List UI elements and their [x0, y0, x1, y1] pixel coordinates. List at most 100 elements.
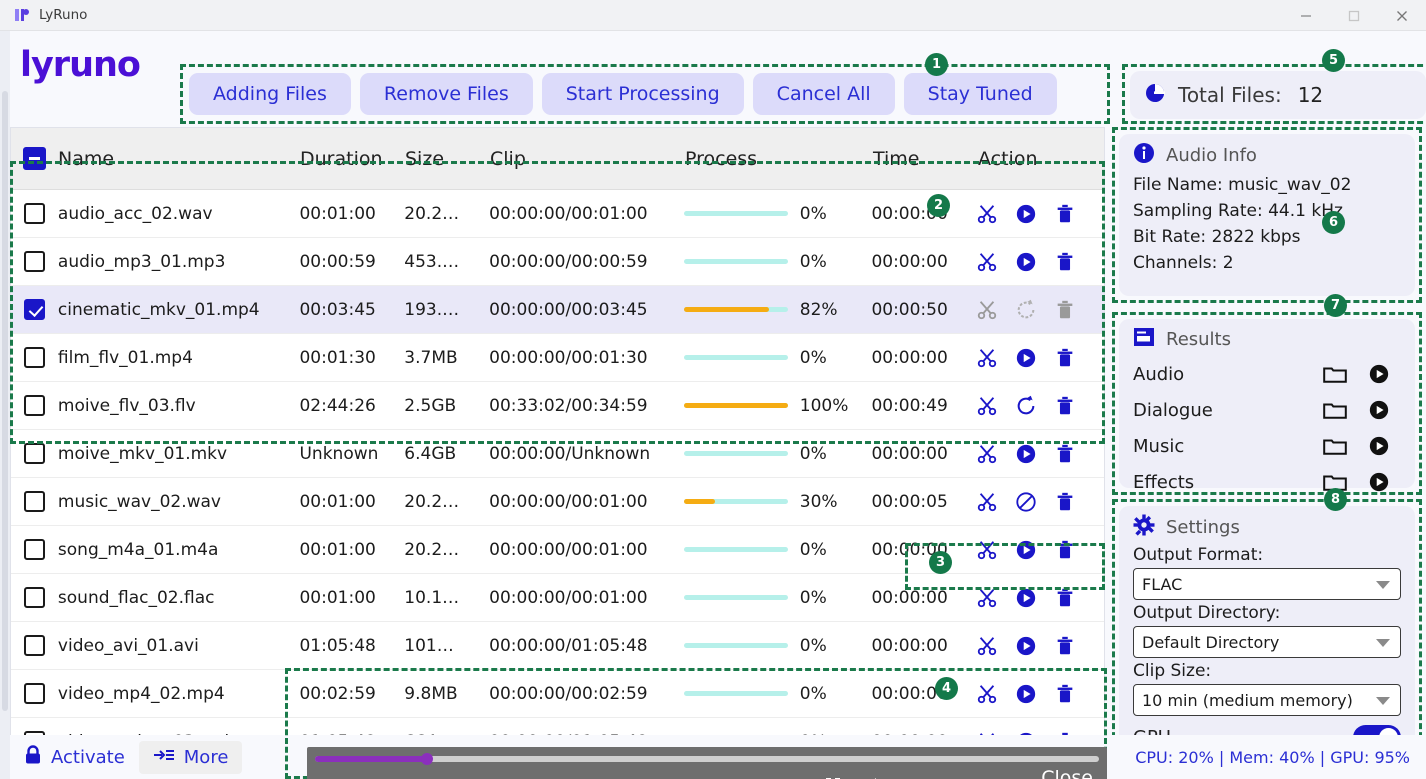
row-checkbox[interactable]	[11, 347, 58, 368]
scissors-icon[interactable]	[976, 203, 998, 225]
window-vertical-scrollbar[interactable]	[0, 31, 10, 779]
row-checkbox[interactable]	[11, 203, 58, 224]
player-close-button[interactable]: Close	[1041, 767, 1093, 779]
seek-knob[interactable]	[421, 753, 433, 765]
annotation-badge-1: 1	[925, 53, 948, 76]
clip-size-select[interactable]: 10 min (medium memory)	[1133, 684, 1401, 716]
player-seek-slider[interactable]	[315, 753, 1099, 765]
column-header-process[interactable]: Process	[685, 148, 873, 170]
play-icon[interactable]	[1015, 539, 1037, 561]
delete-icon[interactable]	[1054, 395, 1076, 417]
scissors-icon[interactable]	[976, 395, 998, 417]
start-processing-button[interactable]: Start Processing	[541, 73, 744, 115]
delete-icon[interactable]	[1054, 443, 1076, 465]
row-process: 0%	[683, 252, 872, 272]
delete-icon[interactable]	[1054, 635, 1076, 657]
row-time: 00:00:05	[871, 491, 948, 512]
scissors-icon[interactable]	[976, 539, 998, 561]
cancel-all-button[interactable]: Cancel All	[752, 73, 895, 115]
scrollbar-thumb[interactable]	[2, 91, 8, 711]
row-checkbox[interactable]	[11, 491, 58, 512]
delete-icon[interactable]	[1054, 203, 1076, 225]
window-title: LyRuno	[39, 7, 88, 23]
table-row[interactable]: video_avi_01.avi 01:05:48 101… 00:00:00/01:…	[11, 622, 1104, 670]
output-directory-label: Output Directory:	[1133, 603, 1281, 623]
table-row[interactable]: moive_flv_03.flv 02:44:26 2.5GB 00:33:02/00…	[11, 382, 1104, 430]
table-row[interactable]: music_wav_02.wav 00:01:00 20.2… 00:00:00/00…	[11, 478, 1104, 526]
play-icon[interactable]	[1357, 471, 1401, 493]
play-icon[interactable]	[1015, 347, 1037, 369]
result-label: Audio	[1133, 363, 1185, 385]
minimize-icon[interactable]	[1282, 0, 1330, 31]
row-checkbox[interactable]	[11, 251, 58, 272]
retry-icon[interactable]	[1015, 395, 1037, 417]
table-row[interactable]: audio_mp3_01.mp3 00:00:59 453.… 00:00:00/00…	[11, 238, 1104, 286]
table-row[interactable]: sound_flac_02.flac 00:01:00 10.1… 00:00:00/…	[11, 574, 1104, 622]
select-all-checkbox[interactable]	[11, 147, 58, 170]
delete-icon[interactable]	[1054, 491, 1076, 513]
row-actions	[976, 299, 1104, 321]
row-checkbox[interactable]	[11, 587, 58, 608]
row-size: 20.2…	[404, 491, 460, 512]
stay-tuned-button[interactable]: Stay Tuned	[903, 73, 1057, 115]
row-file-name: film_flv_01.mp4	[57, 347, 193, 368]
scissors-icon[interactable]	[976, 491, 998, 513]
delete-icon[interactable]	[1054, 587, 1076, 609]
window-titlebar: LyRuno	[0, 0, 1426, 31]
scissors-icon[interactable]	[976, 347, 998, 369]
scissors-icon[interactable]	[976, 443, 998, 465]
row-checkbox[interactable]	[11, 539, 58, 560]
row-checkbox[interactable]	[11, 683, 58, 704]
scissors-icon[interactable]	[976, 587, 998, 609]
folder-icon[interactable]	[1313, 364, 1357, 384]
table-row[interactable]: moive_mkv_01.mkv Unknown 6.4GB 00:00:00/Unk…	[11, 430, 1104, 478]
table-row[interactable]: film_flv_01.mp4 00:01:30 3.7MB 00:00:00/00:…	[11, 334, 1104, 382]
result-row: Music	[1133, 428, 1401, 464]
toolbar-button-group: Adding Files Remove Files Start Processi…	[180, 64, 1110, 124]
table-row[interactable]: cinematic_mkv_01.mp4 00:03:45 193.… 00:00:0…	[11, 286, 1104, 334]
row-checkbox[interactable]	[11, 395, 58, 416]
delete-icon[interactable]	[1054, 683, 1076, 705]
results-title: Results	[1166, 329, 1231, 350]
row-checkbox[interactable]	[11, 299, 58, 320]
clip-size-label: Clip Size:	[1133, 661, 1212, 681]
play-icon[interactable]	[1015, 587, 1037, 609]
scissors-icon[interactable]	[976, 251, 998, 273]
column-header-name[interactable]: Name	[58, 148, 300, 170]
delete-icon[interactable]	[1054, 539, 1076, 561]
folder-icon[interactable]	[1313, 436, 1357, 456]
output-directory-select[interactable]: Default Directory	[1133, 626, 1401, 658]
folder-icon[interactable]	[1313, 400, 1357, 420]
play-icon[interactable]	[1015, 635, 1037, 657]
play-icon[interactable]	[1015, 251, 1037, 273]
stop-icon[interactable]	[1015, 491, 1037, 513]
row-checkbox[interactable]	[11, 443, 58, 464]
column-header-time[interactable]: Time	[873, 148, 978, 170]
output-format-select[interactable]: FLAC	[1133, 568, 1401, 600]
delete-icon[interactable]	[1054, 347, 1076, 369]
play-icon[interactable]	[1015, 683, 1037, 705]
play-icon[interactable]	[1357, 399, 1401, 421]
column-header-clip[interactable]: Clip	[490, 148, 685, 170]
play-icon[interactable]	[1357, 363, 1401, 385]
maximize-icon[interactable]	[1330, 0, 1378, 31]
row-actions	[976, 539, 1104, 561]
audio-info-panel: Audio Info File Name: music_wav_02 Sampl…	[1112, 127, 1422, 303]
scissors-icon[interactable]	[976, 683, 998, 705]
column-header-size[interactable]: Size	[405, 148, 490, 170]
column-header-action[interactable]: Action	[978, 148, 1104, 170]
settings-panel: Settings Output Format: FLAC Output Dire…	[1112, 499, 1422, 765]
column-header-duration[interactable]: Duration	[300, 148, 405, 170]
remove-files-button[interactable]: Remove Files	[359, 73, 533, 115]
delete-icon[interactable]	[1054, 251, 1076, 273]
play-icon[interactable]	[1357, 435, 1401, 457]
play-icon[interactable]	[1015, 203, 1037, 225]
play-icon[interactable]	[1015, 443, 1037, 465]
row-checkbox[interactable]	[11, 635, 58, 656]
row-process: 100%	[683, 396, 872, 416]
close-icon[interactable]	[1378, 0, 1426, 31]
adding-files-button[interactable]: Adding Files	[189, 73, 351, 115]
scissors-icon[interactable]	[976, 635, 998, 657]
speaker-icon[interactable]	[865, 776, 883, 779]
total-files-panel: Total Files: 12	[1122, 64, 1426, 124]
